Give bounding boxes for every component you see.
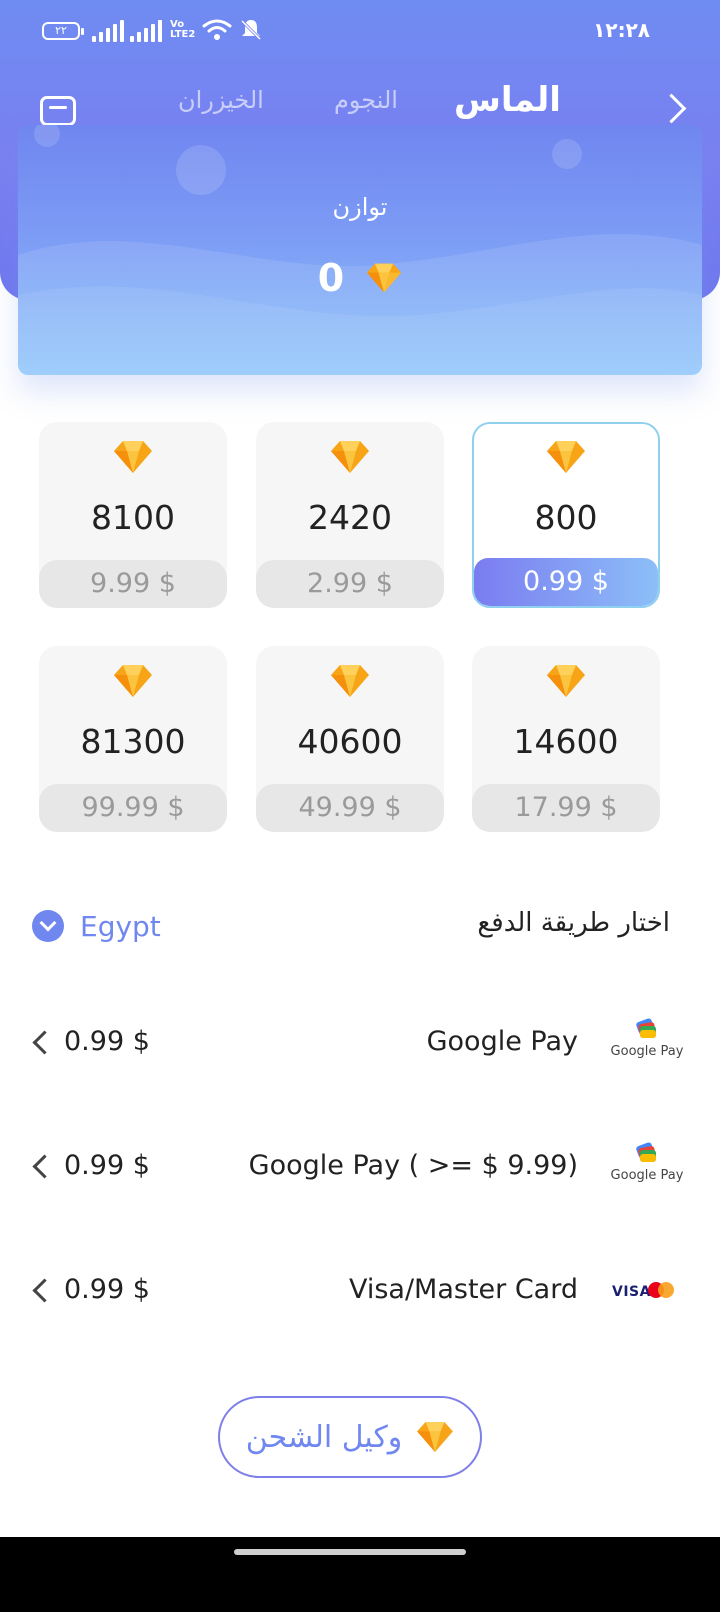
- balance-label: توازن: [332, 193, 388, 221]
- google-pay-logo-icon: Google Pay: [610, 1018, 684, 1068]
- chevron-left-icon: [32, 1030, 57, 1055]
- package-amount: 2420: [308, 498, 392, 537]
- package-amount: 8100: [91, 498, 175, 537]
- diamond-icon: [547, 665, 585, 697]
- package-price: 2.99 $: [256, 560, 444, 608]
- diamond-icon: [331, 665, 369, 697]
- system-nav-bar: [0, 1537, 720, 1612]
- home-indicator[interactable]: [234, 1549, 466, 1555]
- visa-mastercard-logo-icon: VISA: [612, 1278, 678, 1308]
- decor-bubble: [552, 139, 582, 169]
- recharge-agent-button[interactable]: وكيل الشحن: [218, 1396, 482, 1478]
- payment-method-name: Google Pay: [426, 1026, 578, 1057]
- package-card[interactable]: 40600 49.99 $: [256, 646, 444, 832]
- diamond-icon: [367, 263, 402, 293]
- payment-method-name: Visa/Master Card: [348, 1274, 578, 1305]
- status-bar: ٢٢ Vo LTE2 ١٢:٢٨: [0, 14, 720, 54]
- clock: ١٢:٢٨: [593, 18, 650, 42]
- balance-value: 0: [317, 256, 345, 300]
- google-pay-logo-text: Google Pay: [610, 1168, 684, 1183]
- package-card[interactable]: 81300 99.99 $: [39, 646, 227, 832]
- chevron-down-icon[interactable]: [32, 910, 64, 942]
- tab-stars[interactable]: النجوم: [334, 86, 398, 114]
- package-amount: 40600: [297, 722, 403, 761]
- diamond-icon: [547, 441, 585, 473]
- package-amount: 14600: [513, 722, 619, 761]
- diamond-icon: [114, 441, 152, 473]
- diamond-icon: [331, 441, 369, 473]
- payment-header: Egypt اختار طريقة الدفع: [0, 900, 720, 956]
- volte-icon: Vo LTE2: [170, 19, 196, 40]
- package-amount: 800: [534, 498, 598, 537]
- decor-bubble: [176, 145, 226, 195]
- google-pay-logo-text: Google Pay: [610, 1044, 684, 1059]
- mastercard-circle: [658, 1282, 674, 1298]
- package-card[interactable]: 2420 2.99 $: [256, 422, 444, 608]
- silent-icon: [240, 19, 262, 41]
- package-amount: 81300: [80, 722, 186, 761]
- payment-method-name: Google Pay ( >= $ 9.99): [248, 1150, 578, 1181]
- wifi-icon: [202, 19, 232, 40]
- signal-icon: [130, 20, 162, 42]
- visa-logo-text: VISA: [612, 1284, 651, 1300]
- region-selector[interactable]: Egypt: [80, 910, 161, 943]
- tab-diamonds[interactable]: الماس: [454, 80, 561, 120]
- chevron-left-icon: [32, 1154, 57, 1179]
- battery-icon: ٢٢: [42, 22, 84, 40]
- payment-method-row[interactable]: 0.99 $ Google Pay Google Pay: [0, 1010, 720, 1080]
- recharge-screen: ٢٢ Vo LTE2 ١٢:٢٨ الماس النجوم الخيزران ت…: [0, 0, 720, 1612]
- package-price: 9.99 $: [39, 560, 227, 608]
- tab-bamboo[interactable]: الخيزران: [178, 86, 264, 114]
- payment-method-title: اختار طريقة الدفع: [477, 908, 670, 938]
- package-price: 49.99 $: [256, 784, 444, 832]
- package-price: 99.99 $: [39, 784, 227, 832]
- battery-level: ٢٢: [55, 24, 67, 37]
- package-card[interactable]: 8100 9.99 $: [39, 422, 227, 608]
- signal-icon: [92, 20, 124, 42]
- diamond-icon: [114, 665, 152, 697]
- diamond-icon: [417, 1421, 454, 1453]
- payment-method-row[interactable]: 0.99 $ Google Pay ( >= $ 9.99) Google Pa…: [0, 1134, 720, 1204]
- payment-method-row[interactable]: 0.99 $ Visa/Master Card VISA: [0, 1258, 720, 1328]
- recharge-agent-label: وكيل الشحن: [245, 1419, 403, 1455]
- package-card[interactable]: 14600 17.99 $: [472, 646, 660, 832]
- payment-method-price: 0.99 $: [64, 1274, 150, 1305]
- package-price: 0.99 $: [474, 558, 658, 606]
- decor-bubble: [34, 125, 60, 147]
- balance-card: توازن 0: [18, 125, 702, 375]
- balance-row: 0: [18, 253, 702, 303]
- payment-method-price: 0.99 $: [64, 1150, 150, 1181]
- payment-method-price: 0.99 $: [64, 1026, 150, 1057]
- package-card[interactable]: 800 0.99 $: [472, 422, 660, 608]
- package-price: 17.99 $: [472, 784, 660, 832]
- chevron-left-icon: [32, 1278, 57, 1303]
- google-pay-logo-icon: Google Pay: [610, 1142, 684, 1192]
